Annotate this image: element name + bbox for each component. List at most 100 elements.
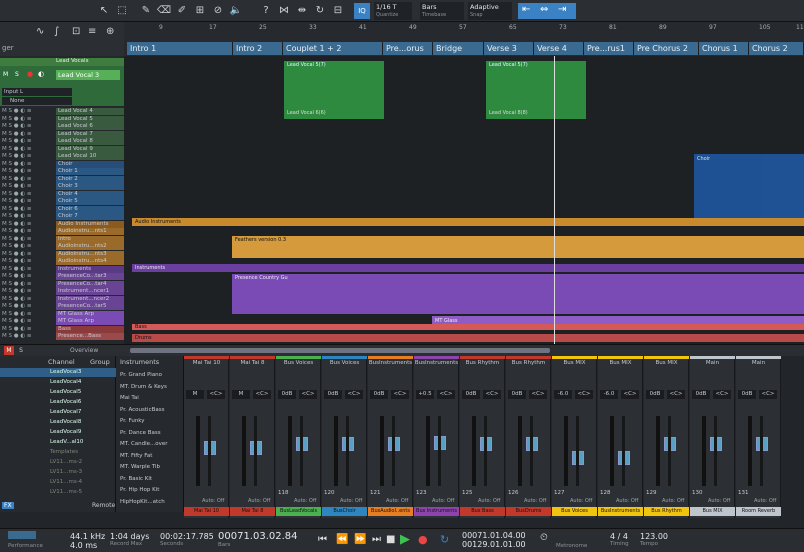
volume-fader[interactable] bbox=[472, 416, 492, 486]
track-name[interactable]: Choir 2 bbox=[56, 175, 124, 183]
input-select[interactable]: Input L bbox=[2, 88, 72, 96]
track-controls[interactable]: M S ● ◐ ≡ bbox=[2, 318, 54, 325]
channel-list-row[interactable]: Templates bbox=[0, 448, 116, 457]
volume-readout[interactable]: 0dB bbox=[508, 390, 526, 399]
track-row[interactable]: M S ● ◐ ≡ Lead Vocal 4 bbox=[0, 108, 124, 115]
volume-fader[interactable] bbox=[656, 416, 676, 486]
loop-icon[interactable]: ↻ bbox=[312, 3, 328, 19]
list-icon[interactable]: ≡ bbox=[88, 26, 96, 37]
channel-strip[interactable]: Mai Tai 10 M <C> Auto: Off Mai Tai 10 bbox=[184, 356, 229, 518]
output-select[interactable]: None bbox=[2, 97, 72, 105]
volume-readout[interactable]: M bbox=[186, 390, 204, 399]
track-name[interactable]: Audioinstru...nts4 bbox=[56, 258, 124, 265]
track-controls[interactable]: M S ● ◐ ≡ bbox=[2, 213, 54, 220]
channel-strip[interactable]: BusInstruments 0dB <C> 121 Auto: Off BusAudio… bbox=[368, 356, 413, 518]
track-row[interactable]: M S ● ◐ ≡ Instrument...ncer1 bbox=[0, 288, 124, 295]
mute-all-button[interactable]: M bbox=[4, 346, 14, 355]
instrument-item[interactable]: Pr. Hip Hop Kit bbox=[120, 487, 159, 493]
track-row[interactable]: M S ● ◐ ≡ Lead Vocal 7 bbox=[0, 130, 124, 138]
channel-label[interactable]: Bus Bass bbox=[460, 507, 505, 516]
nudge-right-icon[interactable]: ⇥ bbox=[558, 4, 566, 15]
pan-readout[interactable]: <C> bbox=[483, 390, 501, 399]
track-controls[interactable]: M S ● ◐ ≡ bbox=[2, 281, 54, 288]
mute-tool-icon[interactable]: ⊘ bbox=[210, 3, 226, 19]
automation-mode[interactable]: Auto: Off bbox=[202, 498, 224, 504]
volume-fader[interactable] bbox=[242, 416, 262, 486]
track-row[interactable]: M S ● ◐ ≡ PresenceCo...tar4 bbox=[0, 280, 124, 288]
pan-readout[interactable]: <C> bbox=[575, 390, 593, 399]
channel-strip[interactable]: Main 0dB <C> 130 Auto: Off Bus MIX bbox=[690, 356, 735, 518]
volume-fader[interactable] bbox=[380, 416, 400, 486]
track-lead-vocals-folder[interactable]: Lead Vocals bbox=[0, 58, 124, 66]
track-name[interactable]: Presence...Bass bbox=[56, 333, 124, 340]
track-name[interactable]: Instrument...ncer1 bbox=[56, 288, 124, 295]
loop-range[interactable]: 00071.01.04.00 00129.01.01.00 bbox=[462, 531, 526, 549]
channel-list-row[interactable]: LV11...ms-4 bbox=[0, 478, 116, 487]
volume-fader[interactable] bbox=[702, 416, 722, 486]
track-name[interactable]: Lead Vocal 5 bbox=[56, 115, 124, 123]
fx-toggle[interactable]: FX bbox=[2, 502, 14, 509]
instrument-item[interactable]: Mai Tai bbox=[120, 395, 139, 401]
track-name[interactable]: Choir 7 bbox=[56, 213, 124, 220]
track-name[interactable]: Instrument...ncer2 bbox=[56, 295, 124, 303]
track-row[interactable]: M S ● ◐ ≡ Choir 6 bbox=[0, 205, 124, 213]
track-controls[interactable]: M S ● ◐ ≡ bbox=[2, 288, 54, 295]
playhead[interactable] bbox=[554, 56, 555, 344]
arranger-section[interactable]: Pre...orus bbox=[383, 42, 433, 55]
automation-mode[interactable]: Auto: Off bbox=[340, 498, 362, 504]
track-controls[interactable]: M S ● ◐ ≡ bbox=[2, 228, 54, 235]
volume-readout[interactable]: 0dB bbox=[646, 390, 664, 399]
track-controls[interactable]: M S ● ◐ ≡ bbox=[2, 221, 54, 228]
track-controls[interactable]: M S ● ◐ ≡ bbox=[2, 333, 54, 340]
pan-readout[interactable]: <C> bbox=[299, 390, 317, 399]
track-controls[interactable]: M S ● ◐ ≡ bbox=[2, 116, 54, 123]
track-controls[interactable]: M S ● ◐ ≡ bbox=[2, 296, 54, 303]
snap-select[interactable]: Adaptive Snap bbox=[468, 2, 512, 20]
instrument-item[interactable]: MT. Fifty Fat bbox=[120, 453, 152, 459]
track-name[interactable]: Audioinstru...nts1 bbox=[56, 228, 124, 235]
channel-label[interactable]: BusAudioI..ents bbox=[368, 507, 413, 516]
paint-tool-icon[interactable]: ✐ bbox=[174, 3, 190, 19]
track-name[interactable]: Choir 3 bbox=[56, 183, 124, 190]
arranger-section[interactable]: Pre...rus1 bbox=[584, 42, 634, 55]
listen-tool-icon[interactable]: 🔈 bbox=[228, 3, 244, 19]
track-row[interactable]: M S ● ◐ ≡ Lead Vocal 8 bbox=[0, 138, 124, 145]
track-name[interactable]: Lead Vocal 4 bbox=[56, 108, 124, 115]
channel-label[interactable]: Bus Rhythm bbox=[644, 507, 689, 516]
pencil-tool-icon[interactable]: ✎ bbox=[138, 3, 154, 19]
volume-fader[interactable] bbox=[288, 416, 308, 486]
track-controls[interactable]: M S ● ◐ ≡ bbox=[2, 131, 54, 138]
track-controls[interactable]: M S ● ◐ ≡ bbox=[2, 273, 54, 280]
channel-label[interactable]: Bus Instruments bbox=[414, 507, 459, 516]
volume-fader[interactable] bbox=[610, 416, 630, 486]
automation-mode[interactable]: Auto: Off bbox=[248, 498, 270, 504]
track-row[interactable]: M S ● ◐ ≡ Intro bbox=[0, 235, 124, 243]
track-controls[interactable]: M S ● ◐ ≡ bbox=[2, 251, 54, 258]
channel-strip[interactable]: Main 0dB <C> 131 Auto: Off Room Reverb bbox=[736, 356, 781, 518]
pan-readout[interactable]: <C> bbox=[345, 390, 363, 399]
channel-label[interactable]: BusChoir bbox=[322, 507, 367, 516]
track-row[interactable]: M S ● ◐ ≡ Choir bbox=[0, 160, 124, 168]
metronome-icon[interactable]: ⏲ bbox=[540, 532, 548, 543]
track-controls[interactable]: M S ● ◐ ≡ bbox=[2, 236, 54, 243]
pan-readout[interactable]: <C> bbox=[437, 390, 455, 399]
selected-track-name[interactable]: Lead Vocal 3 bbox=[56, 70, 120, 80]
arranger-section[interactable]: Couplet 1 + 2 bbox=[283, 42, 383, 55]
track-name[interactable]: PresenceCo...tar5 bbox=[56, 303, 124, 310]
instrument-item[interactable]: MT. Candle...over bbox=[120, 441, 168, 447]
record-icon[interactable]: ● bbox=[418, 533, 428, 546]
volume-readout[interactable]: 0dB bbox=[278, 390, 296, 399]
track-controls[interactable]: M S ● ◐ ≡ bbox=[2, 183, 54, 190]
automation-mode[interactable]: Auto: Off bbox=[616, 498, 638, 504]
channel-label[interactable]: BusLeadVocals bbox=[276, 507, 321, 516]
track-row[interactable]: M S ● ◐ ≡ PresenceCo...tar5 bbox=[0, 303, 124, 310]
track-name[interactable]: MT Glass Arp bbox=[56, 310, 124, 318]
eraser-tool-icon[interactable]: ⌫ bbox=[156, 3, 172, 19]
channel-label[interactable]: Mai Tai 10 bbox=[184, 507, 229, 516]
automation-mode[interactable]: Auto: Off bbox=[708, 498, 730, 504]
pan-readout[interactable]: <C> bbox=[759, 390, 777, 399]
presence-guitar-event[interactable]: Presence Country Gu bbox=[232, 274, 804, 314]
automation-mode[interactable]: Auto: Off bbox=[524, 498, 546, 504]
horizontal-scrollbar[interactable] bbox=[130, 348, 550, 353]
track-row[interactable]: M S ● ◐ ≡ Audioinstru...nts4 bbox=[0, 258, 124, 265]
